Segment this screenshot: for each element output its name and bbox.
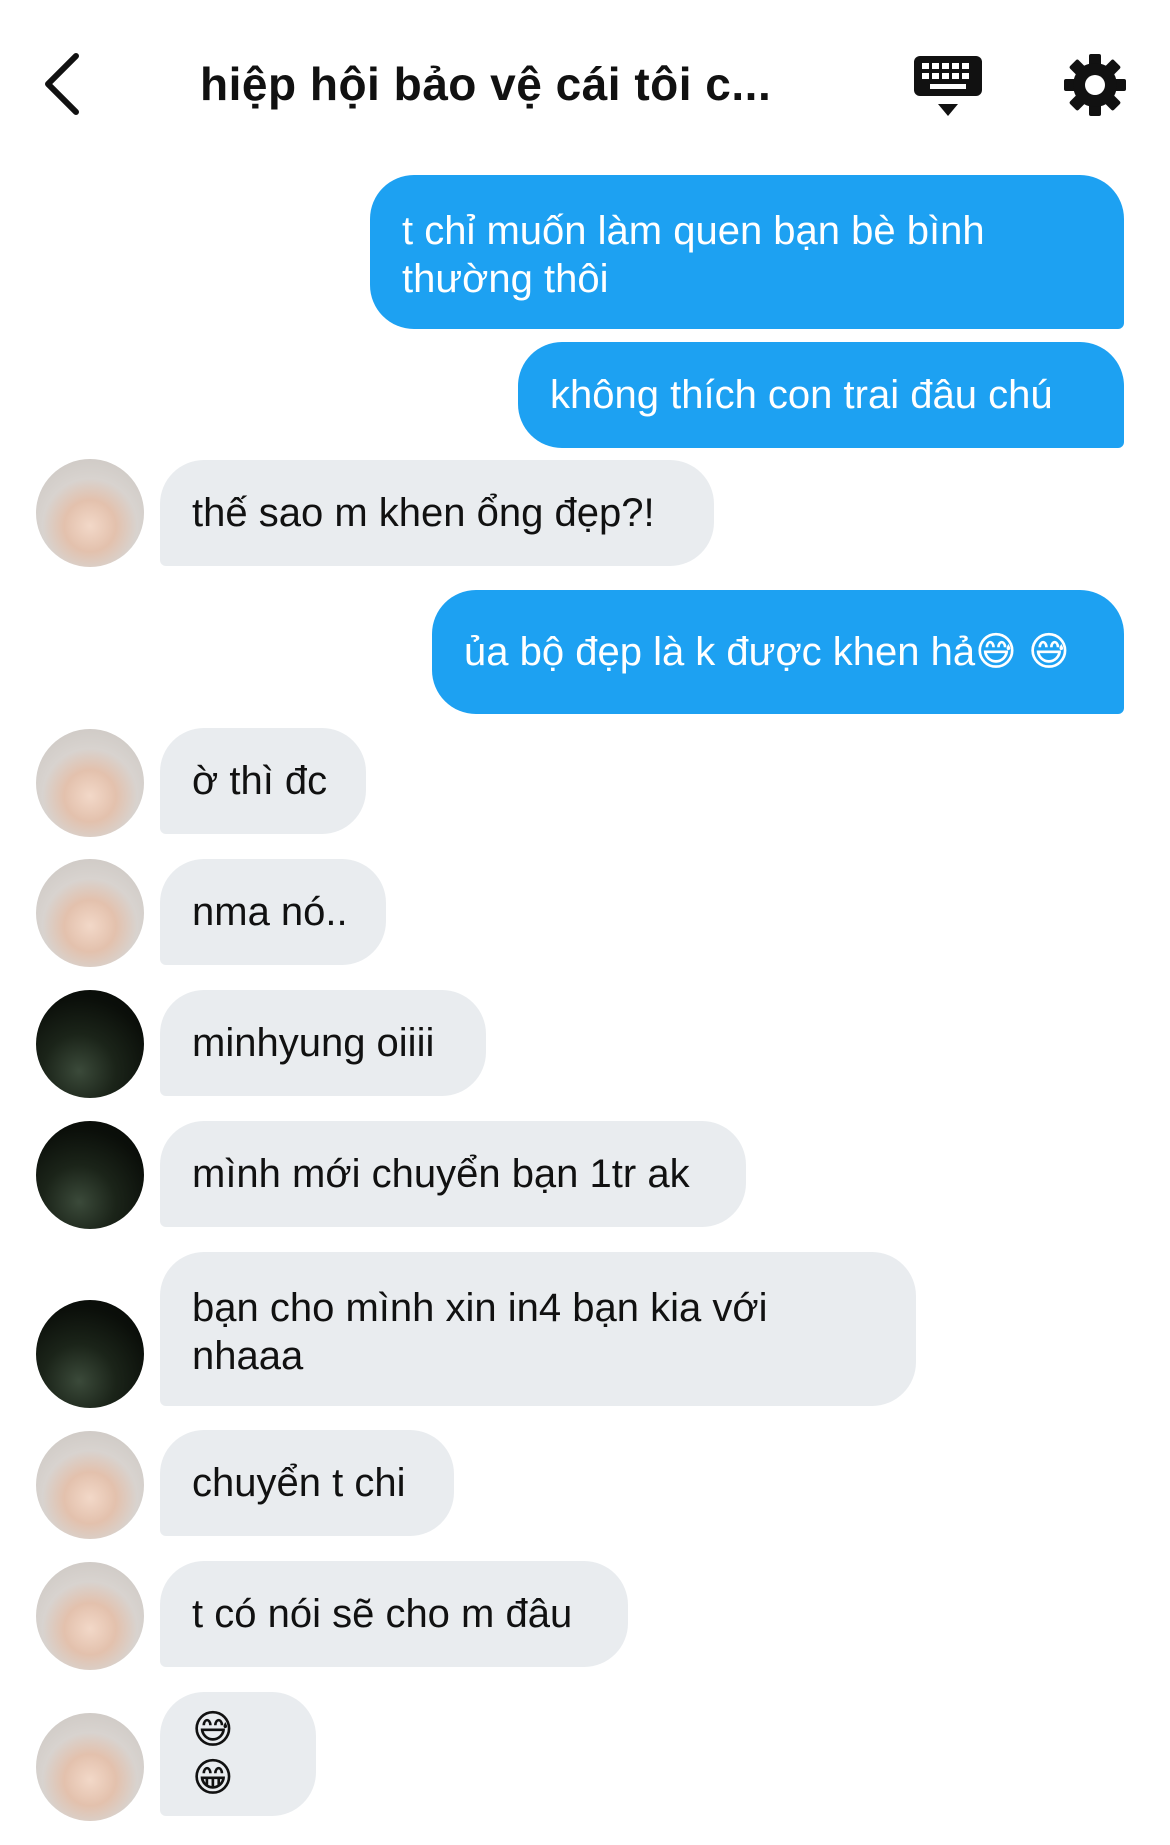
avatar[interactable]	[36, 1300, 144, 1408]
message-text: t có nói sẽ cho m đâu	[192, 1592, 573, 1636]
message-text: nma nó..	[192, 890, 348, 934]
avatar[interactable]	[36, 459, 144, 567]
message-bubble-outgoing[interactable]: ủa bộ đẹp là k được khen hả😅 😅	[432, 590, 1124, 714]
message-bubble-outgoing[interactable]: không thích con trai đâu chú	[518, 342, 1124, 448]
message-text: bạn cho mình xin in4 bạn kia với nhaaa	[192, 1286, 768, 1378]
message-text: thế sao m khen ổng đẹp?!	[192, 491, 655, 535]
message-bubble-incoming[interactable]: thế sao m khen ổng đẹp?!	[160, 460, 714, 566]
avatar[interactable]	[36, 1562, 144, 1670]
message-text: không thích con trai đâu chú	[550, 373, 1053, 417]
message-text: minhyung oiiii	[192, 1021, 435, 1065]
avatar[interactable]	[36, 859, 144, 967]
message-bubble-incoming[interactable]: 😅 😁	[160, 1692, 316, 1816]
avatar[interactable]	[36, 1431, 144, 1539]
chat-header: hiệp hội bảo vệ cái tôi c...	[0, 0, 1170, 160]
conversation-title[interactable]: hiệp hội bảo vệ cái tôi c...	[200, 48, 840, 120]
gear-icon	[1064, 54, 1126, 116]
message-text: ờ thì đc	[192, 759, 328, 803]
keyboard-icon	[914, 56, 982, 116]
message-bubble-incoming[interactable]: t có nói sẽ cho m đâu	[160, 1561, 628, 1667]
message-bubble-incoming[interactable]: minhyung oiiii	[160, 990, 486, 1096]
back-button[interactable]	[40, 48, 96, 120]
avatar[interactable]	[36, 990, 144, 1098]
message-bubble-outgoing[interactable]: t chỉ muốn làm quen bạn bè bình thường t…	[370, 175, 1124, 329]
keyboard-button[interactable]	[912, 52, 984, 120]
message-bubble-incoming[interactable]: ờ thì đc	[160, 728, 366, 834]
message-bubble-incoming[interactable]: nma nó..	[160, 859, 386, 965]
avatar[interactable]	[36, 729, 144, 837]
message-bubble-incoming[interactable]: mình mới chuyển bạn 1tr ak	[160, 1121, 746, 1227]
message-text: mình mới chuyển bạn 1tr ak	[192, 1152, 690, 1196]
message-text: 😅 😁	[192, 1708, 245, 1800]
chevron-left-icon	[45, 53, 79, 115]
message-bubble-incoming[interactable]: bạn cho mình xin in4 bạn kia với nhaaa	[160, 1252, 916, 1406]
message-bubble-incoming[interactable]: chuyển t chi	[160, 1430, 454, 1536]
message-text: t chỉ muốn làm quen bạn bè bình thường t…	[402, 209, 985, 301]
settings-button[interactable]	[1062, 52, 1128, 118]
avatar[interactable]	[36, 1121, 144, 1229]
message-text: ủa bộ đẹp là k được khen hả😅 😅	[464, 630, 1070, 674]
avatar[interactable]	[36, 1713, 144, 1821]
message-text: chuyển t chi	[192, 1461, 406, 1505]
